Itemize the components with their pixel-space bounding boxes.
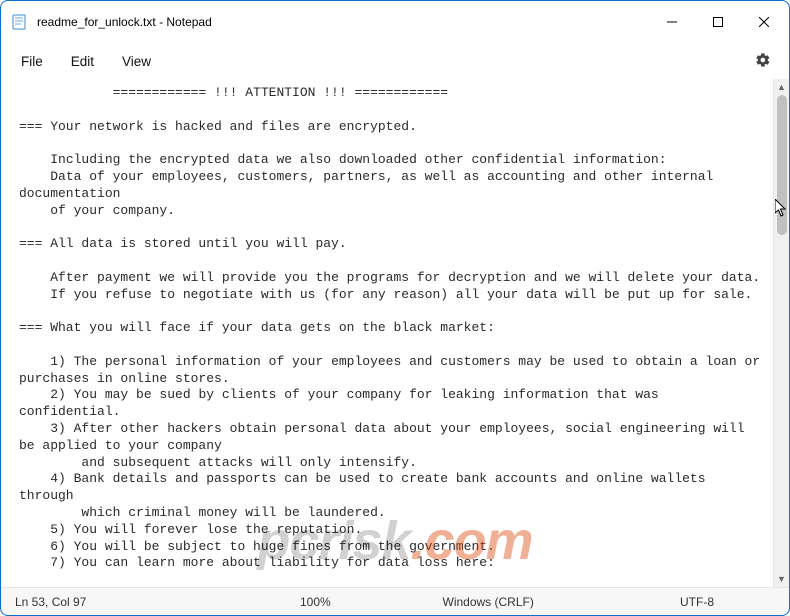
settings-button[interactable]	[755, 52, 771, 71]
scroll-up-arrow[interactable]: ▲	[774, 79, 790, 95]
cursor-position: Ln 53, Col 97	[15, 595, 300, 609]
zoom-level: 100%	[300, 595, 443, 609]
menubar: File Edit View	[1, 43, 789, 79]
vertical-scrollbar[interactable]: ▲ ▼	[773, 79, 789, 587]
menu-edit[interactable]: Edit	[57, 48, 108, 75]
minimize-button[interactable]	[649, 6, 695, 38]
scroll-down-arrow[interactable]: ▼	[774, 571, 790, 587]
scroll-thumb[interactable]	[777, 95, 787, 235]
editor-area: ============ !!! ATTENTION !!! =========…	[1, 79, 789, 587]
line-ending: Windows (CRLF)	[443, 595, 681, 609]
text-content[interactable]: ============ !!! ATTENTION !!! =========…	[1, 79, 773, 587]
close-button[interactable]	[741, 6, 787, 38]
titlebar: readme_for_unlock.txt - Notepad	[1, 1, 789, 43]
menu-view[interactable]: View	[108, 48, 165, 75]
statusbar: Ln 53, Col 97 100% Windows (CRLF) UTF-8	[1, 587, 789, 615]
maximize-button[interactable]	[695, 6, 741, 38]
window-title: readme_for_unlock.txt - Notepad	[37, 15, 649, 29]
notepad-icon	[11, 14, 27, 30]
menu-file[interactable]: File	[7, 48, 57, 75]
encoding: UTF-8	[680, 595, 775, 609]
